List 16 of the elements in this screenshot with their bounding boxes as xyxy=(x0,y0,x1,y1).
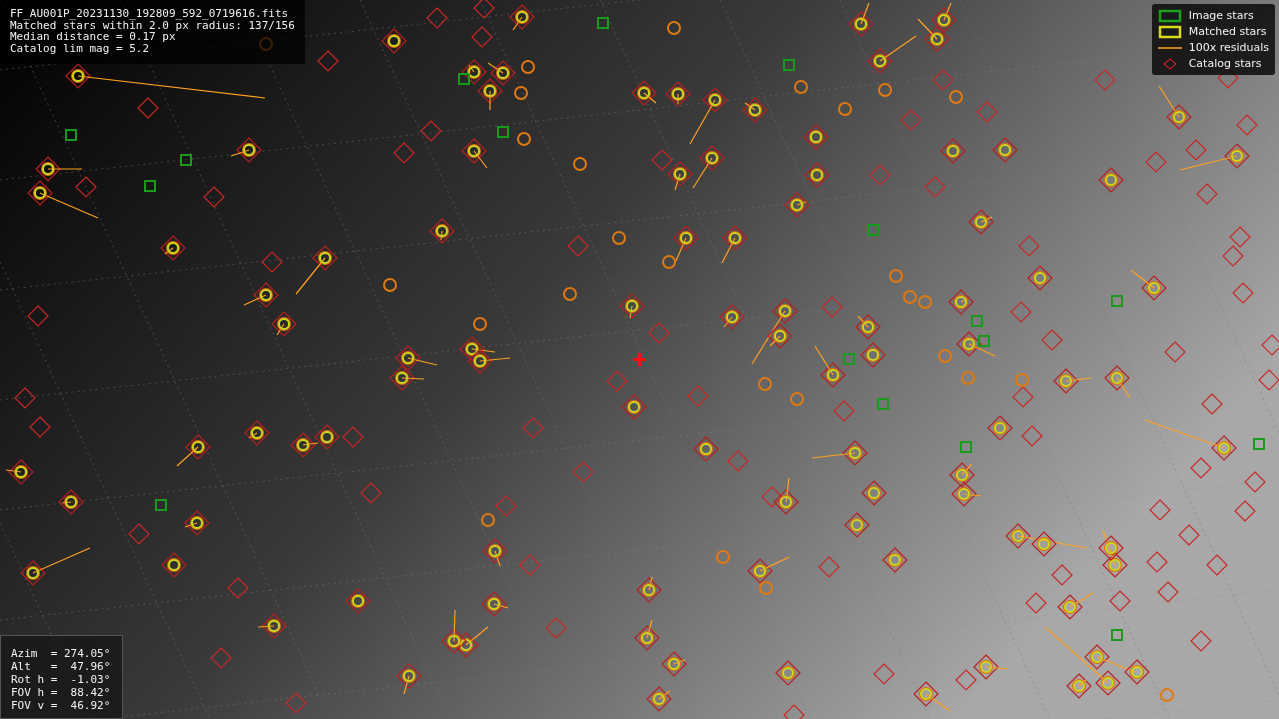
info-text: Median distance = 0.17 px xyxy=(10,31,176,43)
legend-label: Image stars xyxy=(1188,9,1254,22)
info-text: FF_AU001P_20231130_192809_592_0719616.fits xyxy=(10,8,290,20)
pointing-text: Azim = 274.05° xyxy=(11,647,111,660)
pointing-text: FOV v = 46.92° xyxy=(11,699,111,712)
pointing-text: FOV h = 88.42° xyxy=(11,686,111,699)
center-cross-icon xyxy=(633,353,646,366)
pointing-text: Alt = 47.96° xyxy=(11,660,111,673)
legend-label: Catalog stars xyxy=(1188,57,1262,70)
pointing-text: Rot h = -1.03° xyxy=(11,673,111,686)
info-text: Catalog lim mag = 5.2 xyxy=(10,42,151,54)
legend-label: 100x residuals xyxy=(1188,41,1269,54)
matched-legend-icon xyxy=(1156,25,1183,38)
image-legend-icon xyxy=(1156,9,1183,22)
info-text: Matched stars within 2.0 px radius: 137/156 xyxy=(10,19,295,31)
legend-label: Matched stars xyxy=(1188,25,1267,38)
